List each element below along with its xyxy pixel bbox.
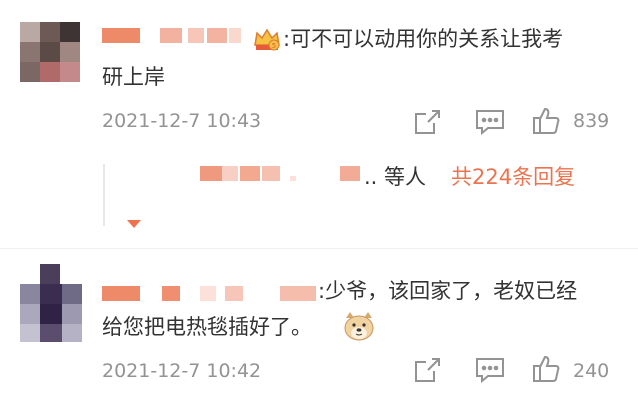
avatar[interactable]	[20, 264, 82, 342]
replies-suffix: .. 等人	[364, 165, 427, 189]
like-count: 240	[573, 360, 610, 382]
comment-text-line1: :少爷，该回家了，老奴已经	[318, 279, 578, 303]
crown-badge-icon: 5	[253, 27, 281, 53]
comment-icon[interactable]	[474, 356, 506, 384]
timestamp: 2021-12-7 10:43	[102, 110, 262, 132]
like-count: 839	[573, 110, 610, 132]
avatar[interactable]	[20, 22, 80, 82]
svg-text:5: 5	[272, 42, 276, 50]
share-icon[interactable]	[412, 108, 442, 136]
comment-icon[interactable]	[474, 108, 506, 136]
like-icon[interactable]	[531, 106, 561, 136]
replies-link[interactable]: 共224条回复	[451, 160, 575, 194]
like-icon[interactable]	[531, 354, 561, 384]
comment-text-line1: :可不可以动用你的关系让我考	[283, 27, 564, 51]
doge-emoji-icon	[342, 310, 376, 342]
replies-divider	[103, 164, 105, 226]
comment-text-line2: 给您把电热毯插好了。	[102, 315, 312, 339]
expand-triangle-icon[interactable]	[126, 214, 142, 228]
share-icon[interactable]	[412, 356, 442, 384]
comment-text-line2: 研上岸	[102, 65, 165, 89]
comment-divider	[0, 248, 638, 249]
timestamp: 2021-12-7 10:42	[102, 360, 262, 382]
